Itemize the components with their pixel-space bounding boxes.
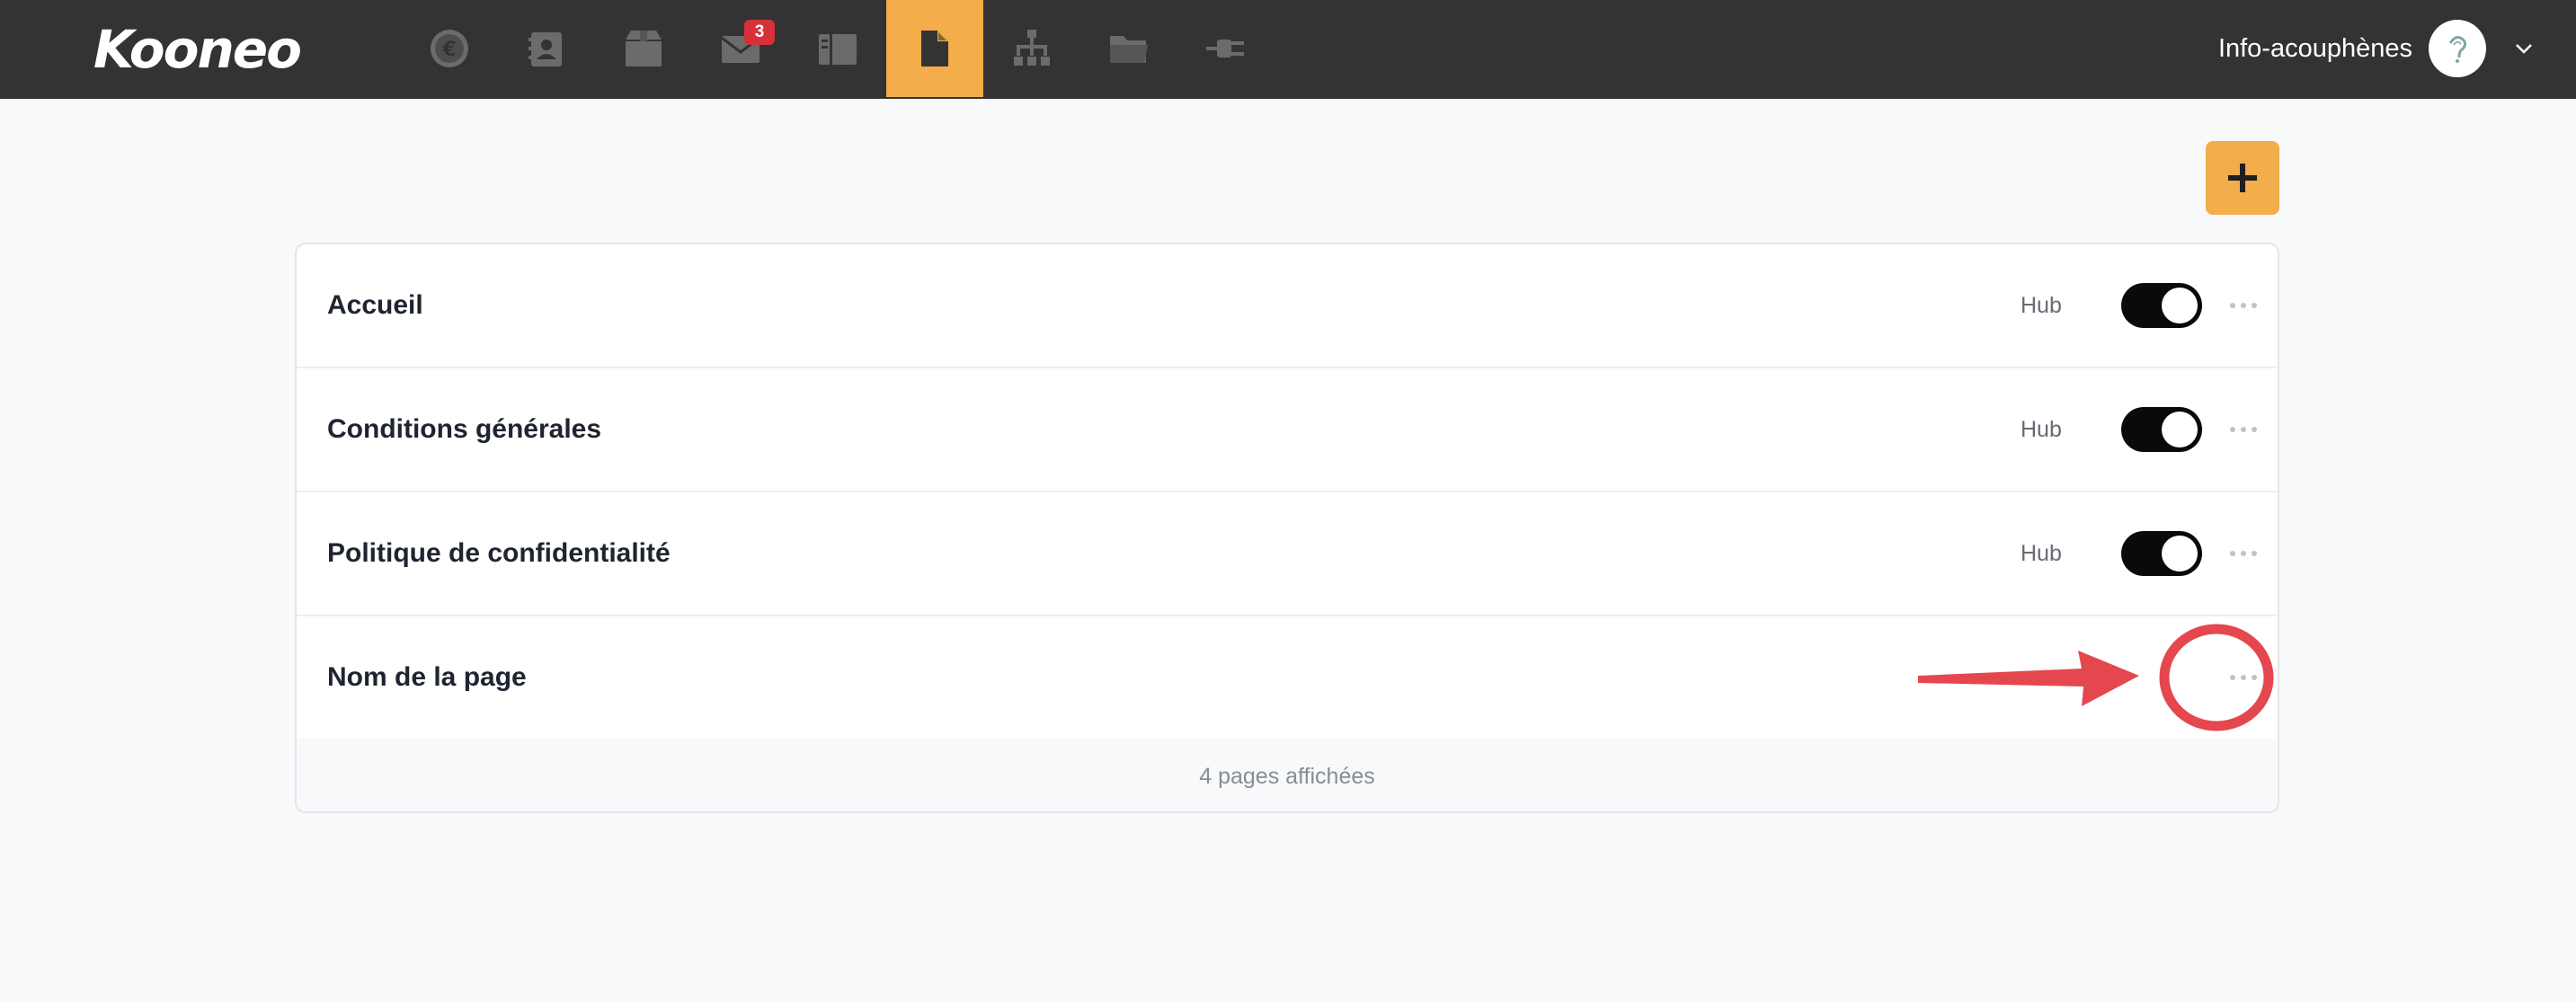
page-title[interactable]: Nom de la page <box>327 662 527 693</box>
hub-label: Hub <box>2021 540 2062 566</box>
list-item[interactable]: Conditions générales Hub <box>297 368 2278 492</box>
nav-products[interactable] <box>595 0 692 97</box>
more-icon <box>2241 551 2246 556</box>
list-item[interactable]: Accueil Hub <box>297 244 2278 368</box>
hub-toggle[interactable] <box>2121 531 2202 576</box>
nav-messages[interactable] <box>692 0 789 97</box>
kooneo-logo[interactable]: Kooneo <box>93 18 302 81</box>
list-footer: 4 pages affichées <box>297 739 2278 811</box>
more-icon <box>2252 303 2257 308</box>
nav-contacts[interactable] <box>498 0 595 97</box>
page-title[interactable]: Accueil <box>327 290 423 321</box>
more-icon <box>2241 427 2246 432</box>
hub-toggle[interactable] <box>2121 283 2202 328</box>
more-options-button[interactable] <box>2202 279 2278 332</box>
nav-sitemap[interactable] <box>983 0 1080 97</box>
more-icon <box>2241 303 2246 308</box>
pages-list-card: Accueil Hub Conditions générales Hub Pol… <box>295 243 2279 813</box>
more-icon <box>2230 551 2235 556</box>
page-icon <box>913 27 956 70</box>
more-options-button[interactable] <box>2202 651 2278 704</box>
messages-badge: 3 <box>744 20 775 45</box>
page-title[interactable]: Conditions générales <box>327 414 601 445</box>
more-icon <box>2241 675 2246 680</box>
toggle-knob <box>2162 412 2198 447</box>
more-icon <box>2230 303 2235 308</box>
nav-sales[interactable]: € <box>401 0 498 97</box>
contacts-icon <box>525 27 568 70</box>
nav-pages[interactable] <box>886 0 983 97</box>
list-item[interactable]: Politique de confidentialité Hub <box>297 492 2278 616</box>
book-icon <box>816 27 859 70</box>
folder-icon <box>1107 27 1150 70</box>
more-icon <box>2230 675 2235 680</box>
account-name: Info-acouphènes <box>2217 33 2412 63</box>
add-page-button[interactable] <box>2206 141 2279 215</box>
sitemap-icon <box>1010 27 1053 70</box>
more-options-button[interactable] <box>2202 527 2278 580</box>
hub-label: Hub <box>2021 292 2062 318</box>
nav-catalog[interactable] <box>789 0 886 97</box>
toggle-knob <box>2162 288 2198 323</box>
more-icon <box>2252 551 2257 556</box>
box-icon <box>622 27 665 70</box>
chevron-down-icon <box>2516 44 2532 54</box>
euro-icon: € <box>428 27 471 70</box>
nav-integrations[interactable] <box>1177 0 1275 97</box>
page-title[interactable]: Politique de confidentialité <box>327 538 671 569</box>
plus-icon <box>2228 164 2257 192</box>
svg-text:€: € <box>441 39 456 61</box>
more-icon <box>2230 427 2235 432</box>
account-menu[interactable]: Info-acouphènes <box>2218 0 2535 97</box>
hub-label: Hub <box>2021 416 2062 442</box>
more-icon <box>2252 675 2257 680</box>
hub-toggle[interactable] <box>2121 407 2202 452</box>
toggle-knob <box>2162 536 2198 571</box>
avatar <box>2429 20 2486 77</box>
more-icon <box>2252 427 2257 432</box>
list-item[interactable]: Nom de la page <box>297 616 2278 740</box>
top-navigation-bar: Kooneo € 3 Info-acouphènes <box>0 0 2576 99</box>
nav-files[interactable] <box>1080 0 1177 97</box>
more-options-button[interactable] <box>2202 403 2278 456</box>
plug-icon <box>1204 27 1248 70</box>
